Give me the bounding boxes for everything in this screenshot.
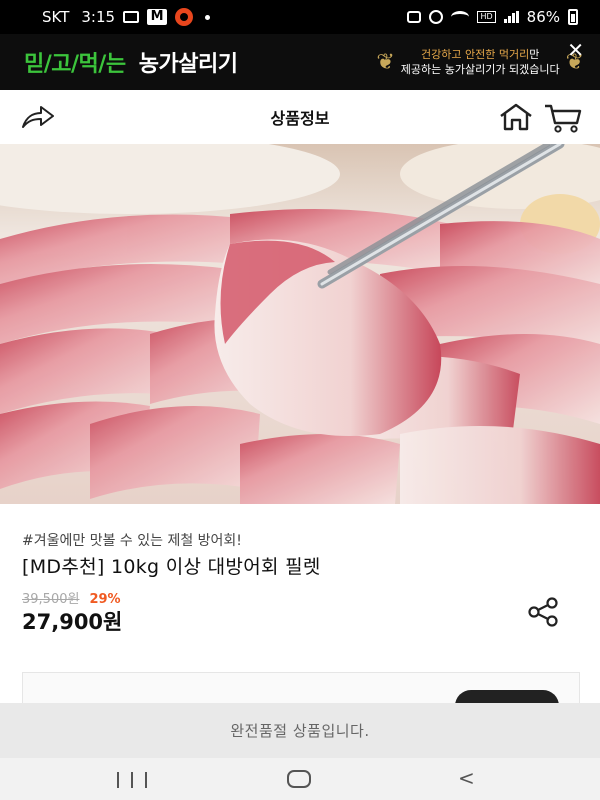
wifi-icon [451,11,470,23]
share-arrow-icon[interactable] [20,104,56,130]
sold-out-label: 완전품절 상품입니다. [230,722,370,740]
more-notifications-icon [205,14,211,20]
banner-copy-suffix: 만 [529,48,540,61]
banner-copy-line2: 제공하는 농가살리기가 되겠습니다 [400,63,560,76]
carrier-label: SKT [42,8,70,26]
sold-out-bar: 완전품절 상품입니다. [0,703,600,758]
back-icon[interactable]: < [458,768,475,788]
signal-icon [503,11,519,23]
alarm-icon [429,10,444,24]
gallery-icon [123,11,140,23]
home-icon[interactable] [497,102,535,132]
banner-copy-highlight: 건강하고 안전한 먹거리 [421,48,530,61]
status-left: SKT 3:15 M [42,8,211,26]
banner-copy-group: ❦ 건강하고 안전한 먹거리만 제공하는 농가살리기가 되겠습니다 ❦ [376,47,584,77]
cart-icon[interactable] [543,102,583,134]
promo-banner[interactable]: 믿/고/먹/는 농가살리기 ❦ 건강하고 안전한 먹거리만 제공하는 농가살리기… [0,34,600,90]
banner-logo: 믿/고/먹/는 농가살리기 [24,46,238,78]
clock: 3:15 [81,8,116,26]
banner-slogan: 믿/고/먹/는 [24,52,126,77]
price-row: 39,500원 29% [22,588,121,607]
share-icon[interactable] [526,597,560,627]
m-app-icon: M [147,9,168,25]
sale-price: 27,900원 [22,610,123,634]
discount-rate: 29% [89,592,121,607]
hd-voice-icon: HD [477,11,496,23]
app-header: 상품정보 [0,90,600,144]
battery-percent: 86% [526,8,560,26]
product-name: [MD추천] 10kg 이상 대방어회 필렛 [22,556,321,578]
banner-brand: 농가살리기 [138,52,238,77]
product-image[interactable] [0,144,600,504]
system-nav-bar: < [0,758,600,800]
home-circle-icon[interactable] [287,770,311,788]
product-tagline: #겨울에만 맛볼 수 있는 제철 방어회! [22,533,242,549]
status-right: HD 86% [407,8,578,26]
banner-copy: 건강하고 안전한 먹거리만 제공하는 농가살리기가 되겠습니다 [401,47,560,77]
lock-icon [407,11,422,23]
laurel-left-icon: ❦ [376,49,395,75]
battery-icon [568,9,578,25]
close-icon[interactable]: ✕ [567,40,584,60]
status-bar: SKT 3:15 M HD 86% [0,0,600,34]
page-title: 상품정보 [270,109,330,128]
o-app-icon [175,8,194,26]
recent-apps-icon[interactable] [117,772,147,788]
original-price: 39,500원 [22,592,80,607]
sashimi-photo [0,144,600,504]
